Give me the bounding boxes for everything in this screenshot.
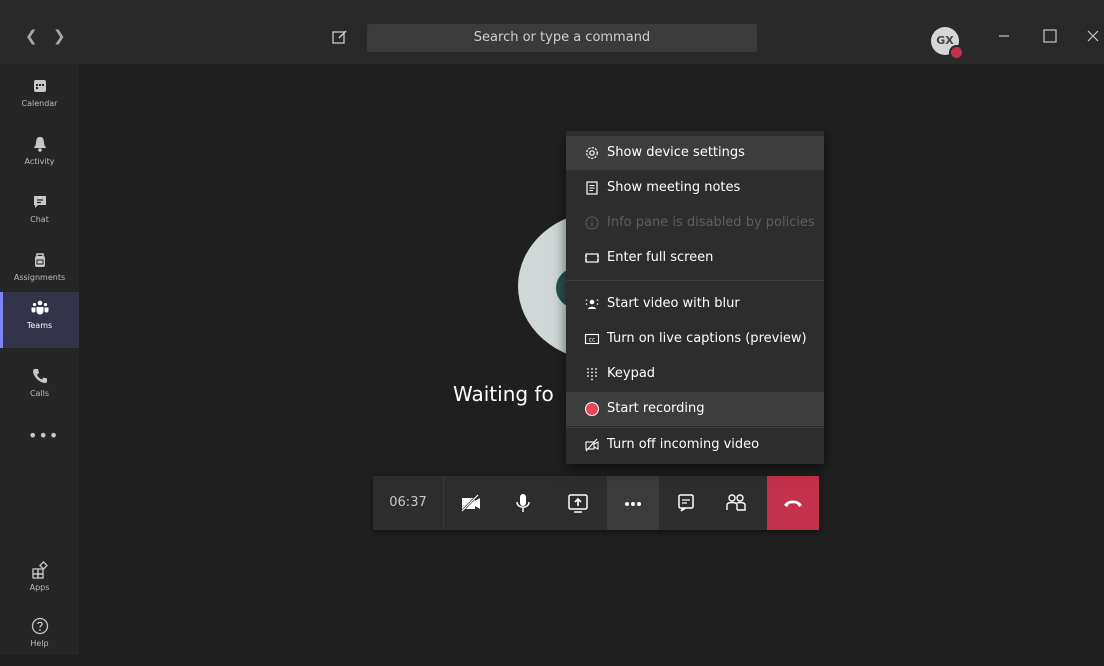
- sidebar-item-label: Teams: [26, 321, 53, 330]
- share-screen-icon[interactable]: [565, 490, 591, 516]
- menu-item-turn-off-incoming-video[interactable]: Turn off incoming video: [566, 428, 824, 462]
- menu-item-show-device-settings[interactable]: Show device settings: [566, 136, 824, 170]
- menu-item-keypad[interactable]: Keypad: [566, 357, 824, 391]
- call-timer: 06:37: [373, 476, 444, 530]
- sidebar-item-label: Calls: [29, 389, 50, 398]
- sidebar-item-apps[interactable]: Apps: [0, 554, 79, 610]
- more-actions-button[interactable]: [607, 476, 659, 530]
- sidebar-item-label: Assignments: [13, 273, 66, 282]
- call-control-bar: 06:37: [373, 476, 819, 530]
- video-off-icon: [585, 438, 599, 452]
- svg-text:cc: cc: [589, 337, 596, 344]
- sidebar-item-teams[interactable]: Teams: [0, 292, 79, 348]
- menu-divider: [566, 280, 824, 281]
- notes-icon: [586, 181, 598, 195]
- hang-up-icon: [784, 500, 802, 507]
- phone-icon: [32, 369, 47, 383]
- hang-up-button[interactable]: [767, 476, 819, 530]
- sidebar-item-label: Apps: [29, 583, 50, 592]
- more-apps-button[interactable]: •••: [28, 426, 59, 445]
- menu-item-start-recording[interactable]: Start recording: [566, 392, 824, 426]
- record-icon: [585, 402, 599, 416]
- waiting-text: Waiting fo: [453, 382, 554, 406]
- menu-item-label: Start video with blur: [607, 296, 740, 311]
- more-actions-menu: Show device settings Show meeting notes …: [566, 131, 824, 464]
- fullscreen-icon: [585, 253, 599, 263]
- chevron-left-icon[interactable]: ❮: [25, 28, 38, 44]
- menu-item-label: Info pane is disabled by policies: [607, 215, 815, 230]
- gear-icon: [586, 147, 598, 159]
- chat-icon: [33, 196, 46, 208]
- chevron-right-icon[interactable]: ❯: [53, 28, 66, 44]
- avatar-initials: GX: [936, 34, 954, 47]
- maximize-icon[interactable]: [1040, 26, 1060, 46]
- blur-icon: [585, 299, 599, 309]
- menu-item-label: Show device settings: [607, 145, 745, 160]
- chat-icon[interactable]: [673, 490, 699, 516]
- keypad-icon: [587, 368, 597, 381]
- avatar[interactable]: GX: [931, 27, 964, 60]
- app-sidebar: Calendar Activity Chat Assignments Teams…: [0, 64, 79, 655]
- menu-item-label: Enter full screen: [607, 250, 714, 265]
- status-badge: [949, 45, 964, 60]
- apps-icon: [31, 561, 48, 579]
- camera-off-icon[interactable]: [458, 490, 484, 516]
- participants-icon[interactable]: [723, 490, 749, 516]
- sidebar-item-label: Help: [30, 639, 49, 648]
- sidebar-item-label: Activity: [24, 157, 55, 166]
- menu-item-label: Keypad: [607, 366, 656, 381]
- menu-item-label: Turn on live captions (preview): [607, 331, 807, 346]
- sidebar-item-chat[interactable]: Chat: [0, 186, 79, 242]
- sidebar-item-calendar[interactable]: Calendar: [0, 70, 79, 126]
- search-input[interactable]: Search or type a command: [367, 24, 757, 52]
- help-icon: [31, 617, 48, 635]
- sidebar-item-help[interactable]: Help: [0, 610, 79, 666]
- menu-item-label: Turn off incoming video: [607, 437, 760, 452]
- bell-icon: [33, 137, 46, 152]
- menu-item-show-meeting-notes[interactable]: Show meeting notes: [566, 171, 824, 205]
- menu-item-info-pane-disabled: Info pane is disabled by policies: [566, 206, 824, 240]
- compose-icon[interactable]: [331, 28, 349, 46]
- close-icon[interactable]: [1083, 26, 1103, 46]
- microphone-icon[interactable]: [510, 490, 536, 516]
- minimize-icon[interactable]: [994, 26, 1014, 46]
- calendar-icon: [33, 80, 46, 92]
- teams-icon: [31, 300, 48, 315]
- captions-icon: cc: [584, 333, 600, 345]
- more-icon: [625, 502, 641, 506]
- menu-item-label: Show meeting notes: [607, 180, 741, 195]
- sidebar-item-label: Calendar: [21, 99, 58, 108]
- sidebar-item-activity[interactable]: Activity: [0, 128, 79, 184]
- sidebar-item-calls[interactable]: Calls: [0, 360, 79, 416]
- menu-item-enter-full-screen[interactable]: Enter full screen: [566, 241, 824, 275]
- backpack-icon: [34, 253, 45, 267]
- menu-item-start-video-with-blur[interactable]: Start video with blur: [566, 287, 824, 321]
- menu-item-turn-on-live-captions[interactable]: cc Turn on live captions (preview): [566, 322, 824, 356]
- title-bar: ❮ ❯ Search or type a command GX: [0, 0, 1104, 64]
- info-icon: [585, 216, 599, 230]
- sidebar-item-label: Chat: [30, 215, 49, 224]
- menu-item-label: Start recording: [607, 401, 705, 416]
